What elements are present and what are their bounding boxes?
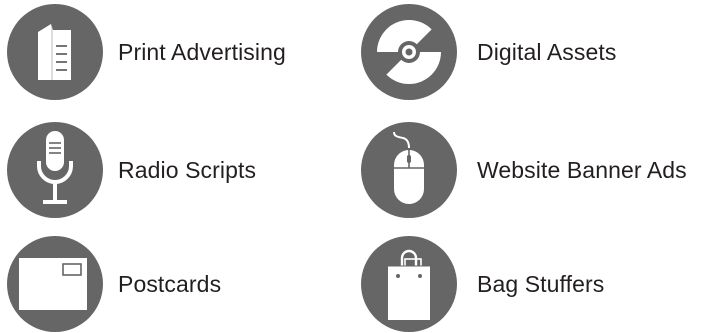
service-label: Digital Assets <box>477 39 617 65</box>
service-label: Website Banner Ads <box>477 157 687 183</box>
postcard-icon <box>7 236 103 332</box>
folded-brochure-icon <box>7 4 103 100</box>
service-item-postcards: Postcards <box>7 236 327 332</box>
shopping-bag-icon <box>361 236 457 332</box>
service-item-digital-assets: Digital Assets <box>361 4 681 100</box>
microphone-icon <box>7 122 103 218</box>
service-label: Radio Scripts <box>118 157 257 183</box>
service-item-bag-stuffers: Bag Stuffers <box>361 236 681 332</box>
service-item-radio-scripts: Radio Scripts <box>7 122 327 218</box>
computer-mouse-icon <box>361 122 457 218</box>
service-item-website-banner-ads: Website Banner Ads <box>361 122 711 218</box>
service-label: Bag Stuffers <box>477 271 605 297</box>
compact-disc-icon <box>361 4 457 100</box>
service-label: Print Advertising <box>118 39 286 65</box>
service-item-print-advertising: Print Advertising <box>7 4 327 100</box>
service-label: Postcards <box>118 271 222 297</box>
